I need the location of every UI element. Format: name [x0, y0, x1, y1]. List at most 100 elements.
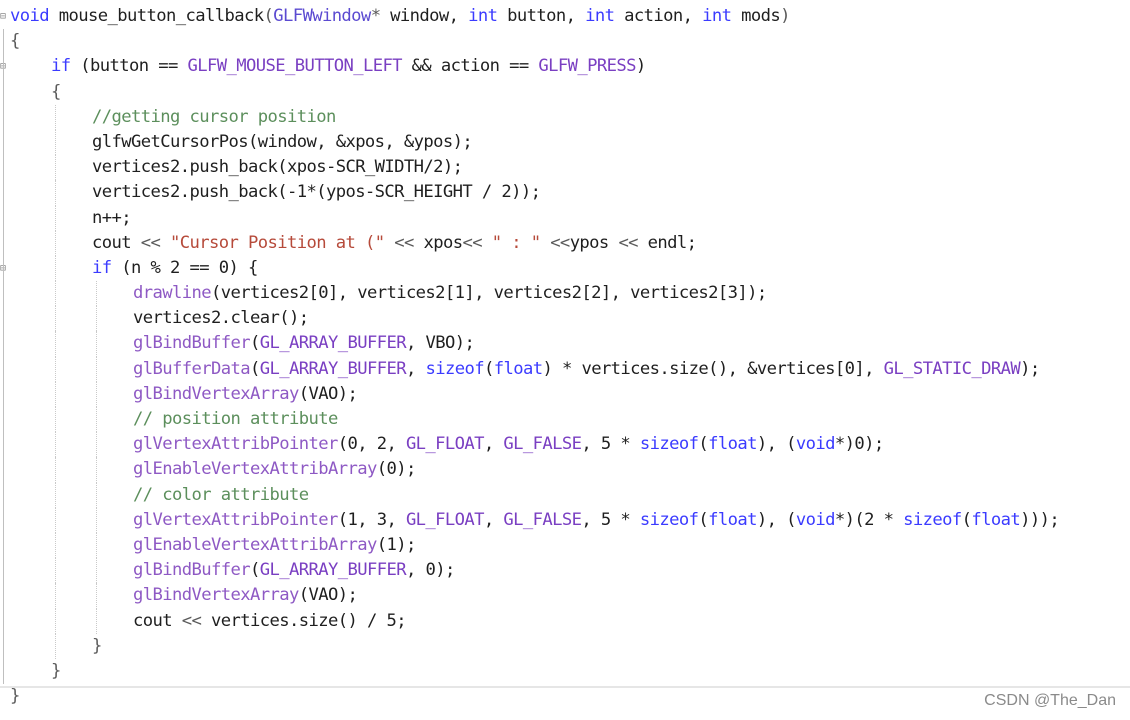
indent-guide — [96, 331, 97, 357]
code-line[interactable]: // position attribute — [10, 407, 1120, 433]
indent-guide — [55, 507, 56, 533]
indent-guide — [55, 356, 56, 382]
indent-guide — [96, 407, 97, 433]
code-token: , 0); — [405, 560, 455, 581]
code-line[interactable]: { — [10, 29, 1120, 54]
code-token: GL_FLOAT — [405, 509, 485, 530]
code-line[interactable]: vertices2.clear(); — [10, 306, 1120, 332]
indent-guide — [55, 558, 56, 584]
code-line-content: { — [51, 80, 61, 105]
code-line-content: glBindVertexArray(VAO); — [133, 382, 358, 407]
code-line[interactable]: if (n % 2 == 0) { — [10, 255, 1120, 282]
code-token: ); — [1020, 358, 1040, 379]
code-token: window, — [380, 6, 469, 26]
code-line[interactable]: vertices2.push_back(xpos-SCR_WIDTH/2); — [10, 155, 1120, 181]
code-token: ( — [249, 358, 260, 379]
code-line[interactable]: //getting cursor position — [10, 104, 1120, 130]
code-token: "Cursor Position at (" — [160, 232, 395, 253]
indent-guide — [55, 331, 56, 357]
code-line-content: { — [10, 29, 20, 54]
code-line[interactable]: // color attribute — [10, 482, 1120, 508]
code-token: ) * vertices.size(), &vertices[0], — [542, 358, 884, 379]
code-line-content: glVertexAttribPointer(0, 2, GL_FLOAT, GL… — [133, 432, 884, 457]
code-line-content: cout << "Cursor Position at (" << xpos<<… — [92, 231, 697, 256]
code-token: sizeof — [425, 358, 484, 379]
code-line[interactable]: glEnableVertexAttribArray(0); — [10, 457, 1120, 483]
indent-guide — [55, 255, 56, 282]
code-token: } — [10, 686, 20, 707]
code-line[interactable]: glfwGetCursorPos(window, &xpos, &ypos); — [10, 129, 1120, 156]
indent-guide — [96, 432, 97, 458]
code-token: ( — [698, 509, 709, 530]
code-line[interactable]: glVertexAttribPointer(0, 2, GL_FLOAT, GL… — [10, 432, 1120, 458]
code-token: << — [394, 232, 414, 253]
indent-guide — [55, 129, 56, 156]
code-token: (1); — [376, 534, 417, 555]
code-line[interactable]: glEnableVertexAttribArray(1); — [10, 532, 1120, 559]
code-token: *)(2 * — [834, 509, 904, 530]
indent-guide — [55, 608, 56, 634]
code-line[interactable]: n++; — [10, 205, 1120, 231]
code-line[interactable]: glBindBuffer(GL_ARRAY_BUFFER, VBO); — [10, 331, 1120, 357]
code-line[interactable]: { — [10, 80, 1120, 105]
code-token: vertices2.clear(); — [133, 308, 309, 329]
code-token: glBindBuffer — [133, 560, 251, 581]
fold-toggle-icon[interactable]: ⊟ — [0, 12, 8, 22]
code-token: float — [493, 358, 543, 379]
code-line[interactable]: glBindBuffer(GL_ARRAY_BUFFER, 0); — [10, 558, 1120, 584]
fold-toggle-icon[interactable]: ⊟ — [0, 264, 8, 274]
code-line[interactable]: cout << vertices.size() / 5; — [10, 608, 1120, 634]
code-line[interactable]: vertices2.push_back(-1*(ypos-SCR_HEIGHT … — [10, 180, 1120, 206]
code-token: glfwGetCursorPos(window, &xpos, &ypos); — [92, 131, 473, 152]
code-token: << — [181, 610, 202, 631]
code-token: cout — [133, 610, 182, 631]
indent-guide — [96, 532, 97, 559]
code-line[interactable]: cout << "Cursor Position at (" << xpos<<… — [10, 230, 1120, 256]
code-line-content: } — [92, 634, 102, 659]
indent-guide — [55, 407, 56, 433]
code-editor[interactable]: ⊟ ⊟ ⊟ void mouse_button_callback(GLFWwindo… — [0, 0, 1130, 720]
code-token: ( — [483, 358, 494, 379]
watermark-text: CSDN @The_Dan — [984, 692, 1116, 709]
code-token: sizeof — [903, 509, 962, 530]
code-line-content: vertices2.clear(); — [133, 306, 309, 331]
code-line[interactable]: glBindVertexArray(VAO); — [10, 583, 1120, 609]
code-line[interactable]: } — [10, 633, 1120, 659]
fold-toggle-icon[interactable]: ⊟ — [0, 62, 8, 72]
code-token: mods — [731, 6, 781, 26]
indent-guide — [55, 457, 56, 483]
code-line[interactable]: glBufferData(GL_ARRAY_BUFFER, sizeof(flo… — [10, 356, 1120, 382]
code-token: // color attribute — [133, 484, 309, 505]
code-line[interactable]: drawline(vertices2[0], vertices2[1], ver… — [10, 281, 1120, 307]
code-line[interactable]: } — [10, 659, 1120, 684]
code-line[interactable]: glVertexAttribPointer(1, 3, GL_FLOAT, GL… — [10, 507, 1120, 533]
indent-guide — [55, 633, 56, 659]
code-line[interactable]: if (button == GLFW_MOUSE_BUTTON_LEFT && … — [10, 54, 1120, 79]
indent-guide — [55, 155, 56, 181]
code-token: sizeof — [639, 434, 699, 455]
code-token: ) — [635, 56, 646, 77]
indent-guide — [55, 381, 56, 407]
code-token: if — [92, 257, 112, 278]
code-line-content: glBindBuffer(GL_ARRAY_BUFFER, 0); — [133, 558, 455, 583]
code-token: int — [585, 6, 615, 26]
code-token: ( — [249, 333, 260, 354]
code-line[interactable]: glBindVertexArray(VAO); — [10, 381, 1120, 407]
code-token: } — [92, 635, 102, 656]
indent-guide — [55, 432, 56, 458]
code-token: glBindVertexArray — [133, 585, 299, 606]
code-token: GLFW_MOUSE_BUTTON_LEFT — [187, 56, 402, 77]
code-token: glVertexAttribPointer — [133, 509, 338, 530]
code-area[interactable]: void mouse_button_callback(GLFWwindow* w… — [10, 4, 1120, 709]
code-token: (vertices2[0], vertices2[1], vertices2[2… — [210, 283, 767, 304]
code-token: sizeof — [639, 509, 699, 530]
code-token: vertices2.push_back(xpos-SCR_WIDTH/2); — [92, 157, 463, 178]
code-token: , — [405, 358, 426, 379]
code-line-content: // color attribute — [133, 483, 309, 508]
code-line-content: vertices2.push_back(xpos-SCR_WIDTH/2); — [92, 155, 463, 180]
code-token: { — [10, 31, 20, 52]
code-token: " : " — [481, 232, 551, 253]
code-token: GLFWwindow — [273, 6, 371, 26]
code-line[interactable]: void mouse_button_callback(GLFWwindow* w… — [10, 4, 1120, 29]
code-token: cout — [92, 232, 141, 253]
